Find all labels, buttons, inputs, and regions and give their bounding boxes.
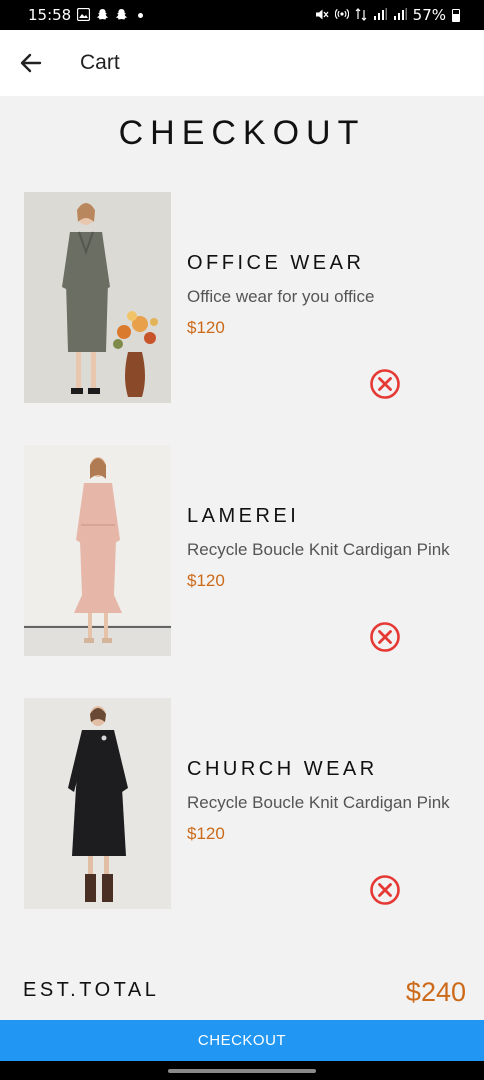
home-gesture-handle[interactable] [168, 1069, 316, 1073]
app-bar: Cart [0, 30, 484, 96]
snapchat-icon [96, 8, 109, 23]
total-value: $240 [405, 977, 466, 1007]
product-description: Recycle Boucle Knit Cardigan Pink [187, 793, 450, 812]
snapchat-icon [115, 8, 128, 23]
data-icon [355, 7, 367, 23]
cart-item: OFFICE WEAR Office wear for you office $… [0, 192, 484, 404]
status-bar: 15:58 57% [0, 0, 484, 30]
product-name: CHURCH WEAR [187, 758, 378, 780]
status-right: 57% [315, 6, 460, 24]
arrow-left-icon [20, 53, 42, 73]
total-label: EST.TOTAL [23, 979, 160, 1001]
signal-icon [393, 8, 407, 22]
remove-circle-icon [370, 622, 400, 652]
page-title: CHECKOUT [118, 114, 366, 152]
product-image[interactable] [24, 698, 171, 909]
remove-item-button[interactable] [369, 874, 401, 906]
product-price: $120 [187, 824, 225, 843]
product-price: $120 [187, 571, 225, 590]
battery-percent: 57% [412, 6, 446, 24]
status-time: 15:58 [28, 6, 72, 24]
signal-icon [373, 8, 387, 22]
product-image[interactable] [24, 445, 171, 656]
back-button[interactable] [16, 48, 46, 78]
product-image[interactable] [24, 192, 171, 403]
checkout-button[interactable]: CHECKOUT [0, 1020, 484, 1061]
product-description: Office wear for you office [187, 287, 375, 306]
remove-item-button[interactable] [369, 368, 401, 400]
product-price: $120 [187, 318, 225, 337]
product-name: OFFICE WEAR [187, 252, 365, 274]
image-icon [77, 7, 91, 23]
mute-icon [315, 8, 329, 23]
dot-icon [138, 12, 144, 18]
remove-circle-icon [370, 369, 400, 399]
status-left: 15:58 [28, 6, 144, 24]
battery-icon [452, 8, 460, 22]
app-bar-title: Cart [80, 51, 120, 74]
remove-item-button[interactable] [369, 621, 401, 653]
remove-circle-icon [370, 875, 400, 905]
product-description: Recycle Boucle Knit Cardigan Pink [187, 540, 450, 559]
cart-item: LAMEREI Recycle Boucle Knit Cardigan Pin… [0, 445, 484, 657]
product-name: LAMEREI [187, 505, 300, 527]
cart-item: CHURCH WEAR Recycle Boucle Knit Cardigan… [0, 698, 484, 910]
navigation-bar [0, 1061, 484, 1080]
hotspot-icon [334, 7, 349, 23]
